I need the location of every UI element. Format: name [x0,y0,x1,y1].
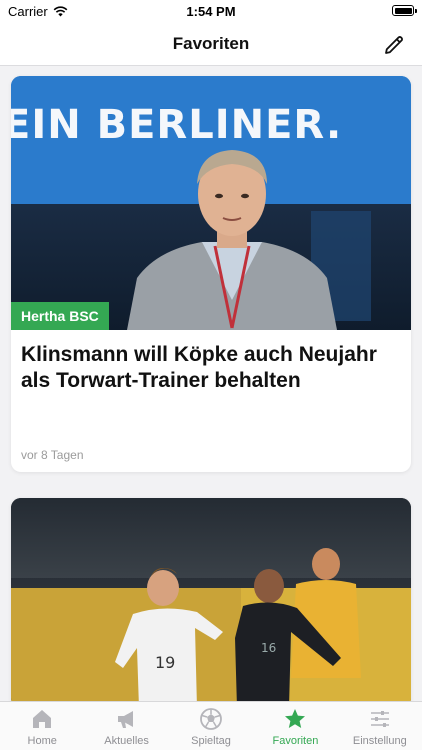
battery-icon [392,5,414,16]
article-image: EIN BERLINER. [11,76,411,330]
tab-label: Spieltag [191,735,231,747]
tab-spieltag[interactable]: Spieltag [169,702,253,750]
battery-tip [415,8,417,13]
soccer-ball-icon [200,708,222,730]
tab-einstellung[interactable]: Einstellung [338,702,422,750]
article-card[interactable]: EIN BERLINER. Hertha BSC Klinsmann will … [11,76,411,472]
status-bar: Carrier 1:54 PM [0,0,422,24]
svg-text:16: 16 [261,641,276,655]
article-headline[interactable]: Klinsmann will Köpke auch Neujahr als To… [21,342,401,394]
tab-bar: Home Aktuelles Spieltag Favoriten Einste… [0,701,422,750]
navigation-bar: Favoriten [0,24,422,66]
tab-home[interactable]: Home [0,702,84,750]
article-card[interactable]: 16 19 [11,498,411,708]
tab-favoriten[interactable]: Favoriten [253,702,337,750]
status-time: 1:54 PM [186,4,236,19]
home-icon [33,710,52,728]
tab-label: Favoriten [272,735,319,747]
tab-label: Aktuelles [104,735,149,747]
football-players-photo: 16 19 [115,548,361,708]
tab-label: Home [27,735,57,747]
banner-text: EIN BERLINER. [11,102,343,148]
sliders-icon [370,711,389,727]
tab-aktuelles[interactable]: Aktuelles [84,702,168,750]
coach-figure [127,150,337,330]
page-title: Favoriten [172,34,250,53]
svg-text:19: 19 [155,653,175,672]
team-tag[interactable]: Hertha BSC [11,302,109,330]
pencil-icon[interactable] [382,33,406,57]
star-icon [285,709,306,728]
megaphone-icon [117,711,133,728]
article-image: 16 19 [11,498,411,708]
article-timestamp: vor 8 Tagen [21,448,84,462]
tab-label: Einstellung [352,735,407,747]
